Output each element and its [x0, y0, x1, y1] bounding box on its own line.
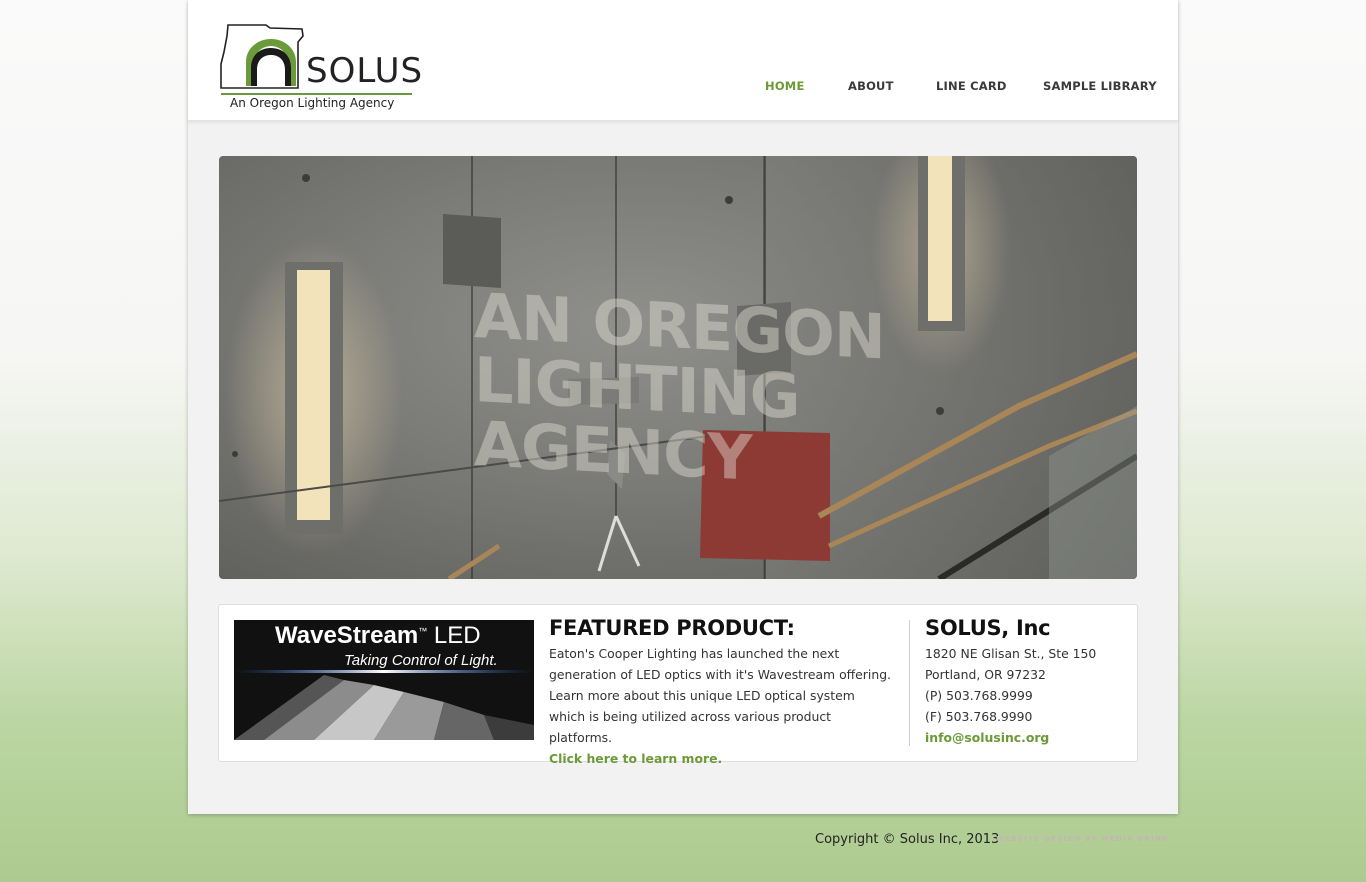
company-email-link[interactable]: info@solusinc.org [925, 727, 1125, 748]
page-container: SOLUS An Oregon Lighting Agency HOME ABO… [188, 0, 1178, 814]
learn-more-link[interactable]: Click here to learn more. [549, 748, 894, 769]
logo-tagline: An Oregon Lighting Agency [230, 96, 395, 110]
featured-description: Eaton's Cooper Lighting has launched the… [549, 646, 892, 745]
promo-subtitle: Taking Control of Light. [344, 652, 498, 669]
featured-product: FEATURED PRODUCT: Eaton's Cooper Lightin… [549, 615, 894, 769]
content-panel: WaveStream™ LED Taking Control of Light.… [218, 604, 1138, 766]
company-phone: (P) 503.768.9999 [925, 688, 1033, 703]
main-nav: HOME ABOUT LINE CARD SAMPLE LIBRARY [188, 79, 1178, 95]
nav-line-card[interactable]: LINE CARD [936, 79, 1007, 93]
company-address-line-1: 1820 NE Glisan St., Ste 150 [925, 646, 1097, 661]
featured-heading: FEATURED PRODUCT: [549, 616, 795, 640]
footer-design-credit-link[interactable]: WEBSITE DESIGN BY MEDIA DRINK [996, 835, 1169, 843]
panel-divider [909, 620, 910, 746]
site-logo[interactable]: SOLUS An Oregon Lighting Agency [218, 22, 422, 114]
company-address-line-2: Portland, OR 97232 [925, 667, 1046, 682]
hero-wall-text: AN OREGON LIGHTING AGENCY [474, 279, 1074, 507]
promo-title-text: WaveStream [275, 622, 419, 649]
company-heading: SOLUS, Inc [925, 616, 1051, 640]
footer-copyright: Copyright © Solus Inc, 2013 [815, 832, 1000, 847]
nav-home[interactable]: HOME [765, 79, 805, 93]
wavestream-promo-image[interactable]: WaveStream™ LED Taking Control of Light. [234, 620, 534, 740]
promo-trademark: ™ [418, 626, 428, 636]
promo-title: WaveStream™ LED [275, 622, 481, 650]
company-fax: (F) 503.768.9990 [925, 709, 1033, 724]
site-header: SOLUS An Oregon Lighting Agency HOME ABO… [188, 0, 1178, 121]
company-info: SOLUS, Inc 1820 NE Glisan St., Ste 150 P… [925, 615, 1125, 748]
nav-sample-library[interactable]: SAMPLE LIBRARY [1043, 79, 1157, 93]
promo-suffix: LED [433, 622, 481, 649]
nav-about[interactable]: ABOUT [848, 79, 894, 93]
hero-banner: AN OREGON LIGHTING AGENCY [219, 156, 1137, 579]
